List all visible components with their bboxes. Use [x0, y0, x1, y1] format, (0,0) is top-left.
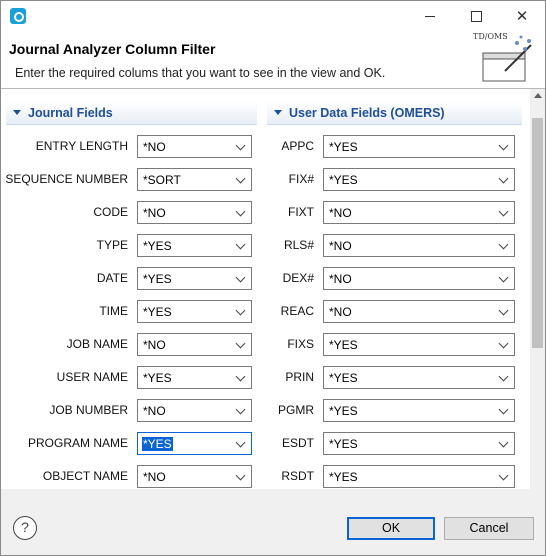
user-field-row: PRIN *YES	[1, 366, 521, 390]
app-icon	[10, 8, 26, 24]
select-value: *YES	[329, 437, 358, 451]
dialog-header: Journal Analyzer Column Filter Enter the…	[1, 31, 545, 88]
minimize-icon	[425, 15, 435, 17]
field-select[interactable]: *NO	[323, 201, 515, 224]
help-button[interactable]: ?	[13, 516, 37, 540]
user-fields-section[interactable]: User Data Fields (OMERS)	[267, 101, 522, 125]
field-select[interactable]: *YES	[323, 135, 515, 158]
field-label: APPC	[281, 139, 314, 153]
minimize-button[interactable]	[407, 1, 453, 31]
close-icon: ✕	[515, 8, 529, 25]
user-field-row: DEX# *NO	[1, 267, 521, 291]
select-value: *NO	[329, 272, 352, 286]
select-value: *YES	[329, 470, 358, 484]
field-select[interactable]: *YES	[323, 432, 515, 455]
user-field-row: FIXS *YES	[1, 333, 521, 357]
field-select[interactable]: *YES	[323, 168, 515, 191]
field-label: REAC	[280, 304, 314, 318]
journal-fields-section[interactable]: Journal Fields	[6, 101, 257, 125]
dialog-footer: ? OK Cancel	[1, 506, 545, 555]
field-select[interactable]: *NO	[323, 267, 515, 290]
select-value: *YES	[329, 140, 358, 154]
section-title: User Data Fields (OMERS)	[289, 105, 445, 120]
select-value: *YES	[329, 371, 358, 385]
field-select[interactable]: *YES	[323, 399, 515, 422]
scroll-up-icon[interactable]	[534, 93, 542, 98]
chevron-down-icon[interactable]	[498, 437, 509, 448]
field-label: DEX#	[282, 271, 314, 285]
user-field-row: FIXT *NO	[1, 201, 521, 225]
chevron-down-icon[interactable]	[498, 239, 509, 250]
field-label: RLS#	[283, 238, 314, 252]
dialog-title: Journal Analyzer Column Filter	[9, 41, 216, 57]
scrollbar-thumb[interactable]	[532, 118, 543, 348]
field-label: PGMR	[278, 403, 314, 417]
wizard-logo: TD/OMS	[471, 31, 535, 87]
select-value: *YES	[329, 173, 358, 187]
maximize-button[interactable]	[453, 1, 499, 31]
select-value: *NO	[329, 305, 352, 319]
user-field-row: RLS# *NO	[1, 234, 521, 258]
cancel-button[interactable]: Cancel	[444, 517, 534, 540]
field-label: ESDT	[281, 436, 314, 450]
chevron-down-icon[interactable]	[498, 140, 509, 151]
ok-button[interactable]: OK	[347, 517, 435, 540]
chevron-down-icon[interactable]	[498, 404, 509, 415]
field-label: PRIN	[285, 370, 314, 384]
field-label: RSDT	[281, 469, 314, 483]
select-value: *YES	[329, 404, 358, 418]
logo-text: TD/OMS	[473, 32, 508, 41]
select-value: *NO	[329, 206, 352, 220]
field-label: FIXT	[288, 205, 314, 219]
content-area: Journal Fields User Data Fields (OMERS) …	[1, 89, 545, 489]
dialog-window: ✕ Journal Analyzer Column Filter Enter t…	[0, 0, 546, 556]
field-label: FIXS	[287, 337, 314, 351]
user-field-row: REAC *NO	[1, 300, 521, 324]
dialog-subtitle: Enter the required colums that you want …	[15, 66, 386, 80]
title-bar: ✕	[1, 1, 545, 31]
chevron-down-icon[interactable]	[498, 371, 509, 382]
select-value: *YES	[329, 338, 358, 352]
field-label: FIX#	[288, 172, 314, 186]
chevron-down-icon[interactable]	[498, 470, 509, 481]
user-field-row: PGMR *YES	[1, 399, 521, 423]
chevron-down-icon[interactable]	[498, 206, 509, 217]
vertical-scrollbar[interactable]	[530, 89, 545, 489]
chevron-down-icon[interactable]	[498, 305, 509, 316]
field-select[interactable]: *YES	[323, 366, 515, 389]
chevron-down-icon[interactable]	[498, 173, 509, 184]
user-field-row: APPC *YES	[1, 135, 521, 159]
horizontal-scrollbar[interactable]	[1, 489, 545, 506]
field-select[interactable]: *NO	[323, 300, 515, 323]
field-select[interactable]: *YES	[323, 465, 515, 488]
user-field-row: ESDT *YES	[1, 432, 521, 456]
chevron-down-icon[interactable]	[498, 338, 509, 349]
close-button[interactable]: ✕	[499, 1, 545, 31]
select-value: *NO	[329, 239, 352, 253]
maximize-icon	[470, 10, 482, 22]
collapse-triangle-icon	[13, 110, 21, 115]
collapse-triangle-icon	[274, 110, 282, 115]
field-select[interactable]: *NO	[323, 234, 515, 257]
user-field-row: RSDT *YES	[1, 465, 521, 489]
section-title: Journal Fields	[28, 105, 113, 120]
field-select[interactable]: *YES	[323, 333, 515, 356]
chevron-down-icon[interactable]	[498, 272, 509, 283]
user-field-row: FIX# *YES	[1, 168, 521, 192]
